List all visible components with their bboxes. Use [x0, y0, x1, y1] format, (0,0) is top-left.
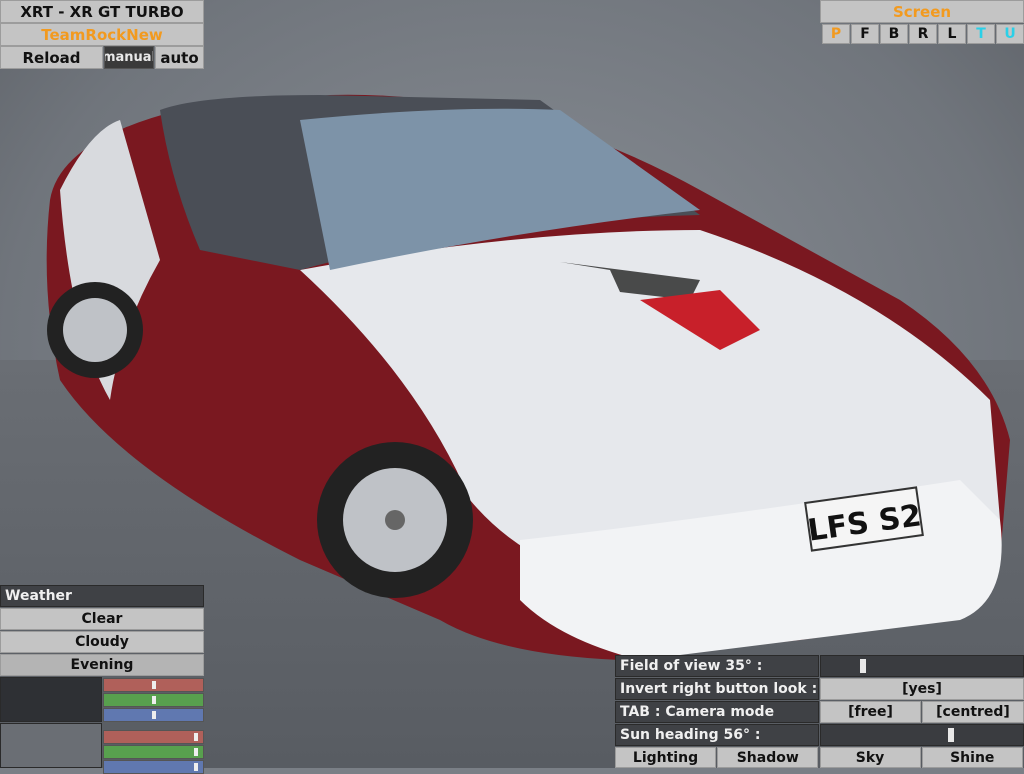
auto-toggle[interactable]: auto — [155, 46, 204, 69]
screen-view-r-button[interactable]: R — [909, 24, 937, 44]
screen-view-l-button[interactable]: L — [938, 24, 966, 44]
fov-label: Field of view 35° : — [615, 655, 819, 677]
reload-button[interactable]: Reload — [0, 46, 103, 69]
sun-heading-slider[interactable] — [820, 724, 1024, 746]
skin-name-button[interactable]: TeamRockNew — [0, 23, 204, 46]
invert-look-toggle[interactable]: [yes] — [820, 678, 1024, 700]
weather-option-clear[interactable]: Clear — [0, 608, 204, 630]
weather-color-slider[interactable] — [103, 708, 204, 722]
front-hub — [385, 510, 405, 530]
sky-button[interactable]: Sky — [819, 747, 921, 768]
weather-color-slider-knob[interactable] — [194, 763, 198, 771]
weather-color-slider-knob[interactable] — [194, 748, 198, 756]
lighting-button[interactable]: Lighting — [615, 747, 716, 768]
weather-color-slider-knob[interactable] — [152, 696, 156, 704]
shadow-button[interactable]: Shadow — [717, 747, 819, 768]
weather-color-slider-knob[interactable] — [194, 733, 198, 741]
sun-heading-slider-knob[interactable] — [948, 728, 954, 742]
rear-rim — [63, 298, 127, 362]
camera-mode-centred-button[interactable]: [centred] — [922, 701, 1024, 723]
weather-option-cloudy[interactable]: Cloudy — [0, 631, 204, 653]
camera-mode-free-button[interactable]: [free] — [820, 701, 921, 723]
shine-button[interactable]: Shine — [921, 747, 1023, 768]
fov-slider[interactable] — [820, 655, 1024, 677]
weather-color-slider[interactable] — [103, 678, 204, 692]
screen-view-b-button[interactable]: B — [880, 24, 908, 44]
weather-color-slider[interactable] — [103, 745, 204, 759]
sun-heading-label: Sun heading 56° : — [615, 724, 819, 746]
weather-color-slider[interactable] — [103, 693, 204, 707]
weather-color-slider-knob[interactable] — [152, 711, 156, 719]
manual-toggle[interactable]: manual — [104, 46, 154, 69]
weather-preview-top — [0, 677, 102, 722]
weather-color-slider[interactable] — [103, 730, 204, 744]
weather-option-evening[interactable]: Evening — [0, 654, 204, 676]
weather-preview-bottom — [0, 723, 102, 768]
camera-mode-label: TAB : Camera mode — [615, 701, 819, 723]
weather-color-slider-knob[interactable] — [152, 681, 156, 689]
screen-view-f-button[interactable]: F — [851, 24, 879, 44]
screen-view-t-button[interactable]: T — [967, 24, 995, 44]
screen-title: Screen — [820, 0, 1024, 23]
weather-title: Weather — [0, 585, 204, 607]
weather-color-slider[interactable] — [103, 760, 204, 774]
invert-look-label: Invert right button look : — [615, 678, 819, 700]
screen-view-u-button[interactable]: U — [996, 24, 1024, 44]
fov-slider-knob[interactable] — [860, 659, 866, 673]
car-name-label: XRT - XR GT TURBO — [0, 0, 204, 23]
screen-view-p-button[interactable]: P — [822, 24, 850, 44]
